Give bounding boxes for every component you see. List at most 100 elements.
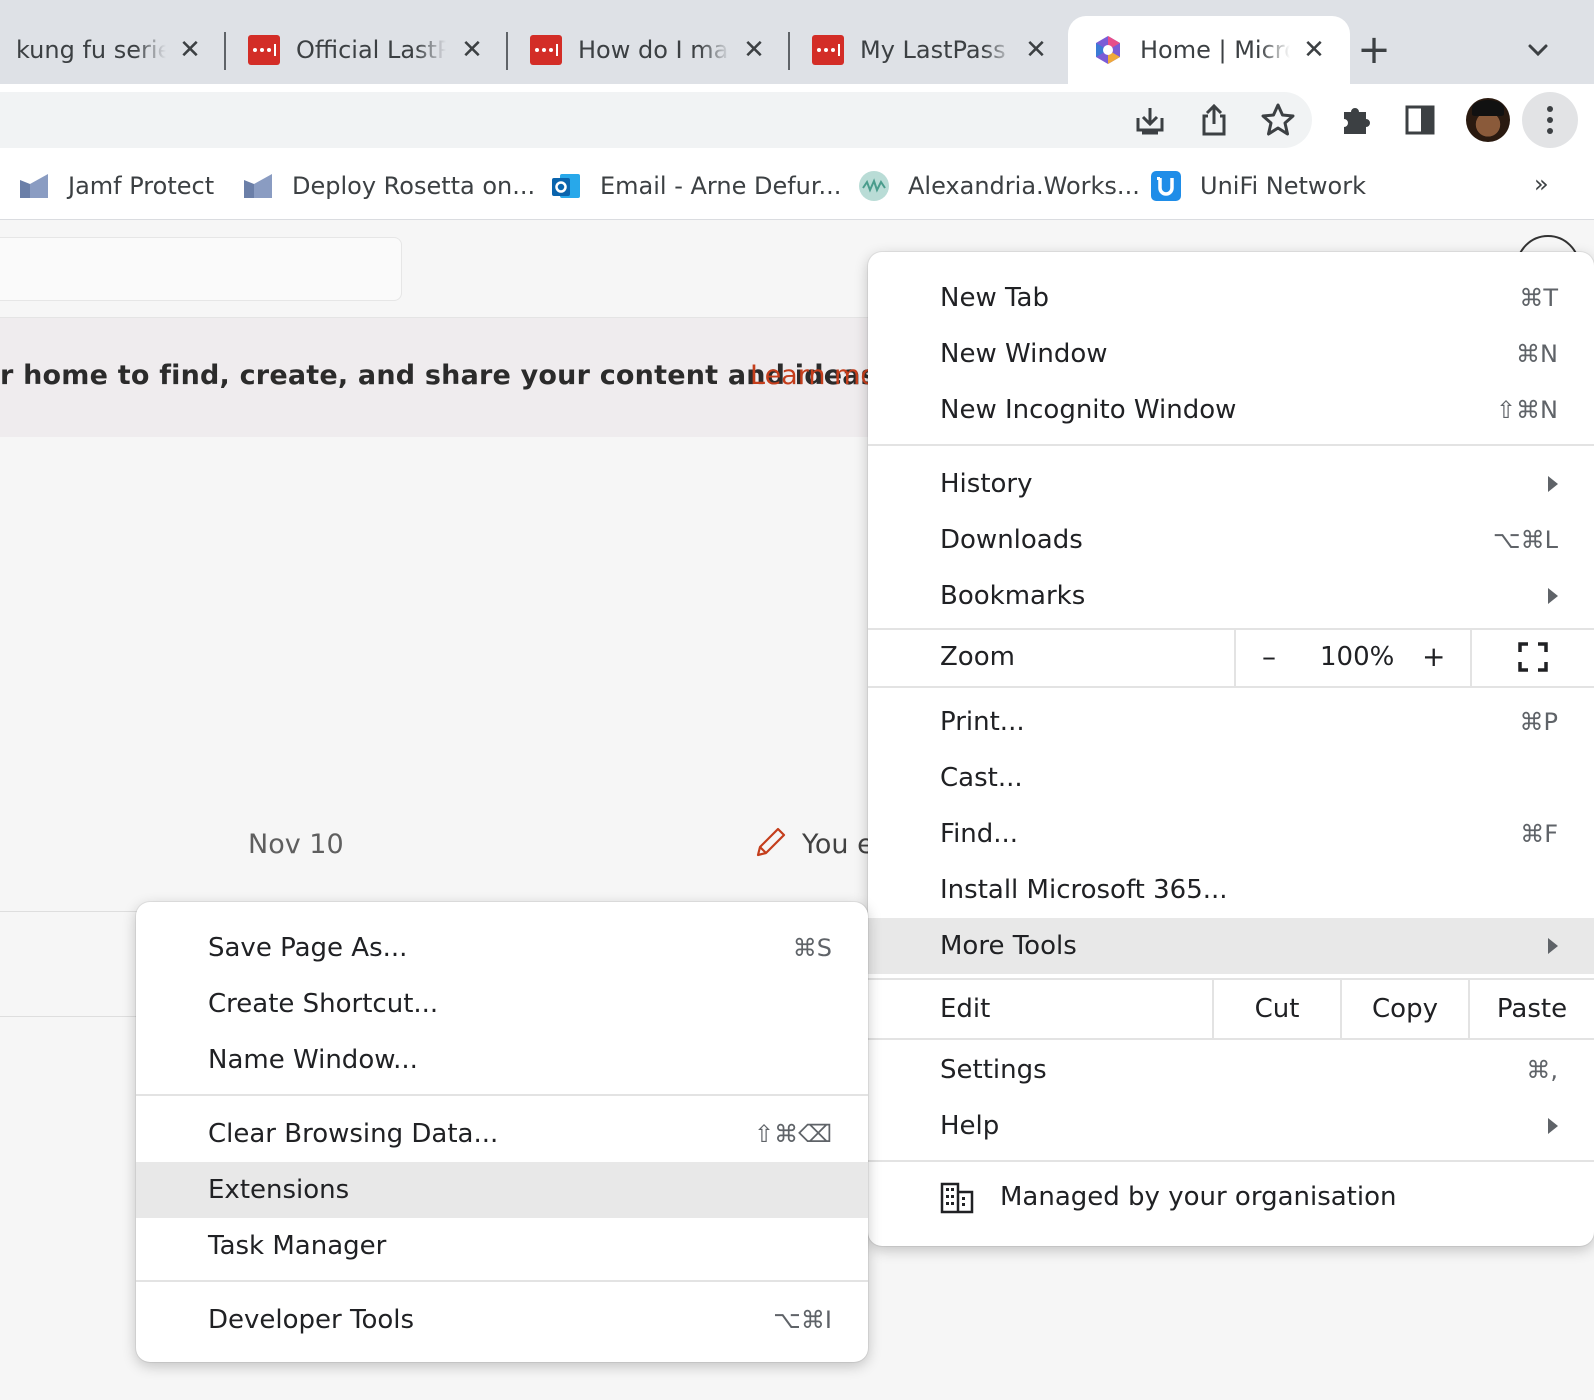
tab-official-lastpass[interactable]: Official LastPass ✕ [248, 16, 488, 84]
pencil-icon [756, 827, 786, 857]
menu-item-downloads[interactable]: Downloads ⌥⌘L [868, 512, 1594, 568]
bookmark-unifi[interactable]: UniFi Network [1150, 168, 1366, 204]
tab-my-lastpass[interactable]: My LastPass V ✕ [812, 16, 1052, 84]
dot-icon [1547, 128, 1553, 134]
menu-item-label: Task Manager [208, 1231, 387, 1261]
divider [0, 1016, 140, 1017]
menu-item-label: Settings [940, 1055, 1047, 1085]
menu-item-shortcut: ⌘F [1520, 820, 1558, 848]
unifi-icon [1151, 171, 1181, 201]
bookmark-deploy-rosetta[interactable]: Deploy Rosetta on... [242, 168, 535, 204]
menu-item-label: New Tab [940, 283, 1049, 313]
address-bar[interactable] [0, 92, 1312, 148]
tab-home-microsoft[interactable]: Home | Micro ✕ [1068, 16, 1350, 84]
fullscreen-icon [1518, 642, 1548, 672]
menu-item-install-microsoft-365[interactable]: Install Microsoft 365... [868, 862, 1594, 918]
menu-item-task-manager[interactable]: Task Manager [136, 1218, 868, 1274]
tab-close-icon[interactable]: ✕ [738, 34, 770, 66]
menu-item-name-window[interactable]: Name Window... [136, 1032, 868, 1088]
new-tab-button[interactable]: + [1352, 28, 1396, 72]
profile-avatar[interactable] [1466, 98, 1510, 142]
cut-button[interactable]: Cut [1212, 980, 1340, 1038]
zoom-controls: – 100% + [1234, 628, 1470, 686]
bookmark-label: Jamf Protect [68, 172, 215, 200]
tab-close-icon[interactable]: ✕ [1020, 34, 1052, 66]
search-input[interactable] [0, 237, 402, 301]
tab-title: Official LastPass [296, 36, 446, 64]
bookmark-email[interactable]: Email - Arne Defur... [550, 168, 841, 204]
jamf-icon [20, 174, 48, 198]
tab-title: kung fu series [16, 36, 166, 64]
menu-item-shortcut: ⌘N [1516, 340, 1558, 368]
side-panel-icon[interactable] [1400, 100, 1440, 140]
menu-item-new-incognito-window[interactable]: New Incognito Window ⇧⌘N [868, 382, 1594, 438]
learn-more-link[interactable]: Learn mo [750, 360, 877, 391]
zoom-row: Zoom – 100% + [868, 628, 1594, 686]
menu-item-developer-tools[interactable]: Developer Tools ⌥⌘I [136, 1292, 868, 1348]
menu-item-save-page-as[interactable]: Save Page As... ⌘S [136, 920, 868, 976]
fullscreen-button[interactable] [1470, 628, 1594, 686]
tab-separator [506, 32, 508, 70]
menu-item-label: Developer Tools [208, 1305, 415, 1335]
zoom-in-button[interactable]: + [1422, 640, 1445, 673]
tab-close-icon[interactable]: ✕ [174, 34, 206, 66]
menu-item-history[interactable]: History [868, 456, 1594, 512]
menu-item-shortcut: ⇧⌘N [1495, 396, 1558, 424]
managed-by-organisation[interactable]: Managed by your organisation [868, 1162, 1594, 1232]
install-app-icon[interactable] [1130, 100, 1170, 140]
menu-item-label: Downloads [940, 525, 1083, 555]
menu-item-shortcut: ⇧⌘⌫ [753, 1120, 832, 1148]
bookmark-label: Alexandria.Works... [908, 172, 1140, 200]
share-icon[interactable] [1194, 100, 1234, 140]
chevron-down-icon[interactable] [1522, 34, 1554, 66]
tab-title: Home | Micro [1140, 36, 1290, 64]
menu-item-new-window[interactable]: New Window ⌘N [868, 326, 1594, 382]
alexandria-icon [859, 171, 889, 201]
menu-item-settings[interactable]: Settings ⌘, [868, 1042, 1594, 1098]
menu-separator [136, 1094, 868, 1096]
bookmark-jamf-protect[interactable]: Jamf Protect [18, 168, 214, 204]
menu-item-extensions[interactable]: Extensions [136, 1162, 868, 1218]
chrome-menu-button[interactable] [1522, 92, 1578, 148]
divider [0, 911, 140, 912]
menu-item-create-shortcut[interactable]: Create Shortcut... [136, 976, 868, 1032]
dot-icon [1547, 117, 1553, 123]
menu-item-shortcut: ⌘P [1519, 708, 1558, 736]
bookmarks-overflow-button[interactable]: » [1534, 170, 1549, 198]
menu-item-print[interactable]: Print... ⌘P [868, 694, 1594, 750]
menu-item-bookmarks[interactable]: Bookmarks [868, 568, 1594, 624]
tab-title: My LastPass V [860, 36, 1014, 64]
bookmark-label: UniFi Network [1200, 172, 1367, 200]
menu-item-label: Find... [940, 819, 1019, 849]
menu-separator [868, 444, 1594, 446]
edit-label: Edit [940, 994, 991, 1024]
menu-item-new-tab[interactable]: New Tab ⌘T [868, 270, 1594, 326]
file-date: Nov 10 [248, 829, 344, 860]
tab-kung-fu[interactable]: kung fu series ✕ [16, 16, 206, 84]
copy-button[interactable]: Copy [1340, 980, 1468, 1038]
managed-label: Managed by your organisation [1000, 1182, 1397, 1212]
tab-close-icon[interactable]: ✕ [1298, 34, 1330, 66]
menu-item-find[interactable]: Find... ⌘F [868, 806, 1594, 862]
lastpass-icon [812, 35, 844, 65]
tab-how-do-i[interactable]: How do I man ✕ [530, 16, 770, 84]
paste-button[interactable]: Paste [1468, 980, 1594, 1038]
lastpass-icon [248, 35, 280, 65]
bookmark-label: Deploy Rosetta on... [292, 172, 536, 200]
toolbar [0, 84, 1594, 152]
bookmark-star-icon[interactable] [1258, 100, 1298, 140]
menu-item-more-tools[interactable]: More Tools [868, 918, 1594, 974]
bookmark-alexandria[interactable]: Alexandria.Works... [858, 168, 1140, 204]
menu-item-help[interactable]: Help [868, 1098, 1594, 1154]
menu-item-clear-browsing-data[interactable]: Clear Browsing Data... ⇧⌘⌫ [136, 1106, 868, 1162]
activity-text: You e [802, 829, 874, 860]
extensions-puzzle-icon[interactable] [1336, 100, 1376, 140]
menu-item-shortcut: ⌘T [1519, 284, 1558, 312]
menu-item-shortcut: ⌘S [792, 934, 832, 962]
zoom-out-button[interactable]: – [1262, 640, 1276, 673]
outlook-icon [552, 174, 580, 198]
tab-close-icon[interactable]: ✕ [456, 34, 488, 66]
menu-item-cast[interactable]: Cast... [868, 750, 1594, 806]
menu-separator [136, 1280, 868, 1282]
tab-separator [788, 32, 790, 70]
